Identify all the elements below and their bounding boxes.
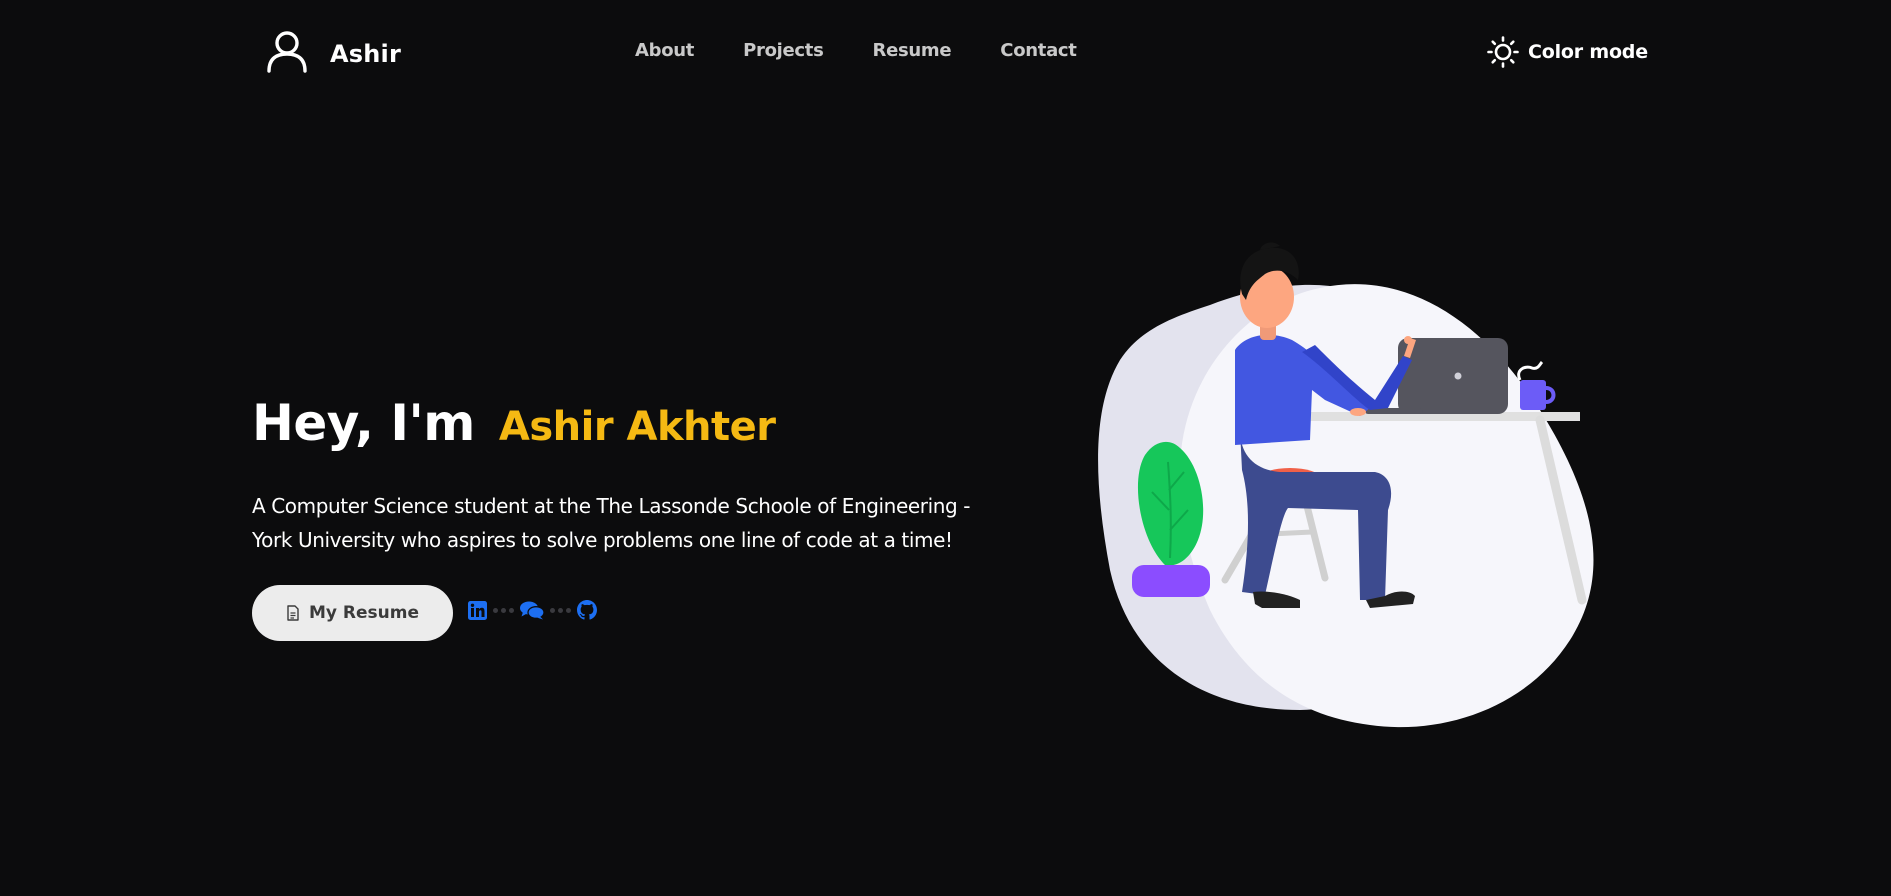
social-links [468,600,597,620]
person-working-at-laptop-illustration [1098,242,1594,728]
nav-link-about[interactable]: About [635,40,694,61]
github-icon [577,600,597,620]
sun-icon [1487,36,1519,68]
brand-link[interactable]: Ashir [264,28,401,74]
my-resume-label: My Resume [308,603,419,623]
document-icon [287,605,299,621]
separator-dots [493,607,514,613]
nav-link-contact[interactable]: Contact [1000,40,1077,61]
separator-dots [550,607,571,613]
hero-name: Ashir Akhter [498,404,776,450]
linkedin-icon [468,600,487,620]
brand-name: Ashir [330,40,402,68]
my-resume-button[interactable]: My Resume [252,585,453,641]
page: Ashir About Projects Resume Contact Colo… [0,0,1891,896]
color-mode-toggle[interactable]: Color mode [1486,35,1648,69]
hero-title: Hey, I'm Ashir Akhter [252,394,776,452]
nav-link-projects[interactable]: Projects [743,40,824,61]
main-nav: About Projects Resume Contact [635,40,1077,61]
hero-description: A Computer Science student at the The La… [252,494,971,552]
nav-link-resume[interactable]: Resume [873,40,952,61]
user-icon [267,31,307,73]
linkedin-link[interactable] [468,600,487,620]
chat-link[interactable] [520,601,544,620]
hero-greeting: Hey, I'm [252,394,475,452]
github-link[interactable] [577,600,597,620]
chat-icon [520,601,544,619]
color-mode-label: Color mode [1528,41,1648,63]
